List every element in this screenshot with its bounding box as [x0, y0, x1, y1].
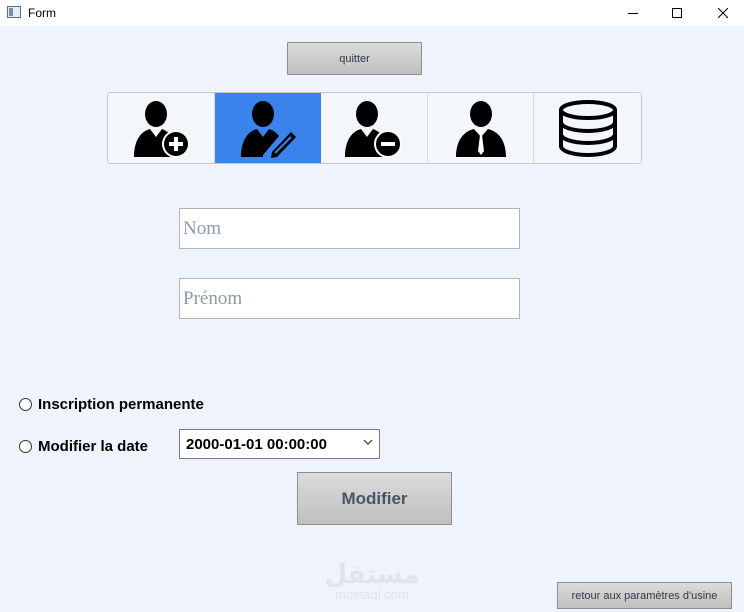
- users-button[interactable]: [428, 93, 535, 163]
- remove-user-button[interactable]: [321, 93, 428, 163]
- database-icon: [558, 100, 617, 158]
- user-edit-icon: [240, 101, 297, 159]
- close-icon: [718, 8, 728, 18]
- watermark-latin: mostaql.com: [335, 587, 409, 602]
- quit-button[interactable]: quitter: [287, 42, 422, 75]
- form-client-area: quitter Nom Prénom Inscription permanent…: [0, 26, 744, 612]
- window-title: Form: [28, 6, 56, 20]
- modify-date-option[interactable]: Modifier la date: [19, 438, 148, 455]
- user-add-icon: [133, 101, 190, 158]
- permanent-registration-option[interactable]: Inscription permanente: [19, 396, 204, 413]
- app-icon: [7, 6, 21, 18]
- watermark-arabic: مستقل: [324, 560, 420, 590]
- database-button[interactable]: [534, 93, 641, 163]
- watermark: مستقل mostaql.com: [312, 562, 432, 602]
- edit-user-button[interactable]: [214, 93, 322, 163]
- nom-field[interactable]: [179, 208, 520, 249]
- maximize-icon: [672, 8, 682, 18]
- close-button[interactable]: [700, 0, 744, 26]
- date-value: 2000-01-01 00:00:00: [186, 435, 327, 453]
- action-toolbar: [107, 92, 642, 164]
- chevron-down-icon[interactable]: [363, 439, 373, 446]
- date-picker[interactable]: 2000-01-01 00:00:00: [179, 429, 380, 459]
- add-user-button[interactable]: [108, 93, 215, 163]
- title-bar: Form: [0, 0, 744, 26]
- factory-reset-button[interactable]: retour aux paramètres d'usine: [557, 582, 732, 609]
- modify-date-label: Modifier la date: [38, 438, 149, 455]
- prenom-field[interactable]: [179, 278, 520, 319]
- maximize-button[interactable]: [654, 0, 700, 26]
- modify-button[interactable]: Modifier: [297, 472, 452, 525]
- minimize-icon: [628, 13, 638, 14]
- permanent-registration-radio[interactable]: [19, 398, 32, 411]
- user-remove-icon: [344, 101, 402, 158]
- minimize-button[interactable]: [610, 0, 656, 26]
- permanent-registration-label: Inscription permanente: [38, 396, 204, 413]
- modify-date-radio[interactable]: [19, 440, 32, 453]
- user-tie-icon: [455, 101, 506, 157]
